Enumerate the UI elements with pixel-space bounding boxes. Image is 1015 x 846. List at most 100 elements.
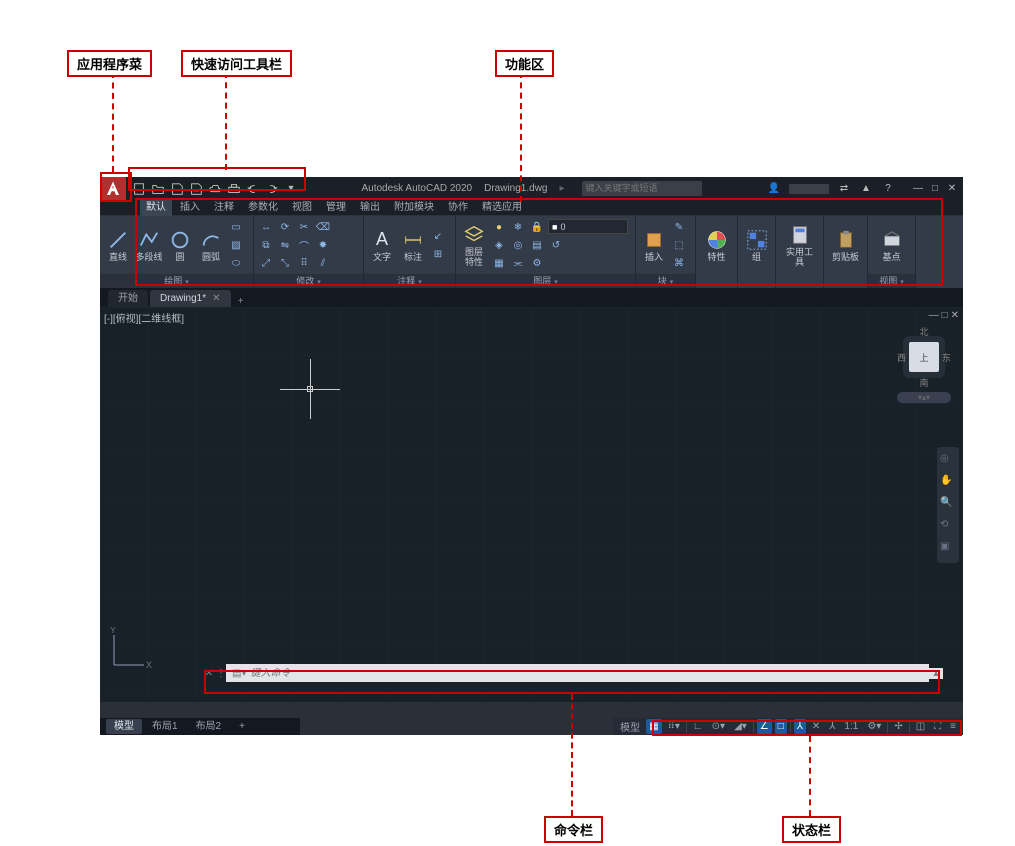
status-isodraft-icon[interactable]: ◢▾ (731, 719, 750, 734)
utilities-button[interactable]: 实用工具 (786, 224, 814, 267)
stretch-icon[interactable]: ⤢ (258, 255, 274, 271)
help-icon[interactable]: ? (881, 182, 895, 196)
panel-title-modify[interactable]: 修改 (254, 274, 363, 288)
panel-title-layers[interactable]: 图层 (456, 274, 635, 288)
cmd-expand-button[interactable]: ▴ (929, 668, 943, 679)
text-button[interactable]: A 文字 (368, 229, 396, 262)
ribbon-tab-parametric[interactable]: 参数化 (242, 200, 284, 216)
scale-icon[interactable]: ⤡ (277, 255, 293, 271)
array-icon[interactable]: ⠿ (296, 255, 312, 271)
saveas-icon[interactable] (189, 182, 203, 196)
layer-walk-icon[interactable]: ▦ (491, 255, 507, 271)
layer-prev-icon[interactable]: ↺ (548, 237, 564, 253)
table-icon[interactable]: ⊞ (430, 246, 446, 262)
vp-min-icon[interactable]: — (929, 310, 939, 321)
layer-merge-icon[interactable]: ⫘ (510, 255, 526, 271)
circle-button[interactable]: 圆 (166, 229, 194, 262)
ribbon-tab-output[interactable]: 输出 (354, 200, 386, 216)
ribbon-tab-manage[interactable]: 管理 (320, 200, 352, 216)
block-create-icon[interactable]: ✎ (671, 219, 687, 235)
block-edit-icon[interactable]: ⬚ (671, 237, 687, 253)
ribbon-tab-view[interactable]: 视图 (286, 200, 318, 216)
layer-iso-icon[interactable]: ◈ (491, 237, 507, 253)
status-lwt-icon[interactable]: ⅄ (794, 719, 806, 734)
status-gear-icon[interactable]: ⚙▾ (864, 719, 884, 734)
file-tab-start[interactable]: 开始 (108, 290, 148, 307)
status-transparency-icon[interactable]: ✕ (809, 719, 823, 734)
viewcube-top[interactable]: 上 (909, 342, 939, 372)
line-button[interactable]: 直线 (104, 229, 132, 262)
nav-zoom-icon[interactable]: 🔍 (940, 497, 956, 513)
rotate-icon[interactable]: ⟳ (277, 219, 293, 235)
erase-icon[interactable]: ⌫ (315, 219, 331, 235)
open-icon[interactable] (151, 182, 165, 196)
status-modelspace[interactable]: 模型 (617, 719, 643, 734)
block-insert-button[interactable]: 插入 (640, 229, 668, 262)
arc-button[interactable]: 圆弧 (197, 229, 225, 262)
dim-button[interactable]: 标注 (399, 229, 427, 262)
status-fullscreen-icon[interactable]: ✢ (891, 719, 905, 734)
vp-max-icon[interactable]: □ (942, 310, 948, 321)
ribbon-tab-addins[interactable]: 附加模块 (388, 200, 440, 216)
signin-icon[interactable]: 👤 (767, 182, 781, 196)
file-tab-new-button[interactable]: + (233, 296, 249, 307)
command-input[interactable] (250, 668, 923, 679)
layer-combo[interactable]: ■0 (548, 219, 628, 234)
close-button[interactable]: ✕ (945, 183, 959, 195)
new-icon[interactable] (132, 182, 146, 196)
viewcube-compass-icon[interactable]: ▾▴▾ (897, 392, 951, 403)
vp-close-icon[interactable]: ✕ (951, 310, 959, 321)
status-snapmode-icon[interactable]: ⠿▾ (665, 719, 683, 734)
copy-icon[interactable]: ⧉ (258, 237, 274, 253)
move-icon[interactable]: ↔ (258, 219, 274, 235)
layer-lock-icon[interactable]: 🔒 (529, 219, 545, 235)
cmd-recent-icon[interactable]: ▤▾ (232, 668, 246, 679)
cloud-icon[interactable] (208, 182, 222, 196)
help-search-input[interactable]: 键入关键字或短语 (582, 181, 702, 196)
fillet-icon[interactable]: ⌒ (296, 237, 312, 253)
status-menu-icon[interactable]: ≡ (947, 719, 959, 734)
layer-off-icon[interactable]: ◎ (510, 237, 526, 253)
viewport-label[interactable]: [-][俯视][二维线框] (104, 310, 184, 325)
nav-pan-icon[interactable]: ✋ (940, 475, 956, 491)
clipboard-button[interactable]: 剪贴板 (832, 229, 860, 262)
hatch-icon[interactable]: ▨ (228, 237, 244, 253)
redo-icon[interactable] (265, 182, 279, 196)
block-attr-icon[interactable]: ⌘ (671, 255, 687, 271)
layer-props-button[interactable]: 图层 特性 (460, 224, 488, 267)
trim-icon[interactable]: ✂ (296, 219, 312, 235)
ribbon-tab-annotate[interactable]: 注释 (208, 200, 240, 216)
undo-icon[interactable] (246, 182, 260, 196)
viewbase-button[interactable]: 基点 (878, 229, 906, 262)
ribbon-tab-insert[interactable]: 插入 (174, 200, 206, 216)
nav-orbit-icon[interactable]: ⟲ (940, 519, 956, 535)
group-button[interactable]: 组 (743, 229, 771, 262)
status-osnap-icon[interactable]: ∠ (757, 719, 772, 734)
offset-icon[interactable]: ⫽ (315, 255, 331, 271)
status-scale-label[interactable]: 1:1 (841, 719, 861, 734)
layer-freeze-icon[interactable]: ❄ (510, 219, 526, 235)
status-ortho-icon[interactable]: ∟ (690, 719, 706, 734)
panel-title-view[interactable]: 视图 (868, 274, 915, 288)
ribbon-tab-collab[interactable]: 协作 (442, 200, 474, 216)
file-tab-close-icon[interactable]: ✕ (212, 293, 220, 304)
exchange-icon[interactable]: ⇄ (837, 182, 851, 196)
polyline-button[interactable]: 多段线 (135, 229, 163, 262)
explode-icon[interactable]: ✸ (315, 237, 331, 253)
ellipse-icon[interactable]: ⬭ (228, 255, 244, 271)
status-grid-icon[interactable]: ▦ (646, 719, 661, 734)
maximize-button[interactable]: □ (928, 183, 942, 195)
save-icon[interactable] (170, 182, 184, 196)
layout-tab-add[interactable]: + (231, 719, 253, 734)
status-cleanscreen-icon[interactable]: ⛶ (931, 719, 944, 734)
mirror-icon[interactable]: ⇋ (277, 237, 293, 253)
ribbon-tab-default[interactable]: 默认 (140, 200, 172, 216)
panel-title-draw[interactable]: 绘图 (100, 274, 253, 288)
plot-icon[interactable] (227, 182, 241, 196)
app-menu-button[interactable] (100, 177, 126, 200)
qat-dropdown-icon[interactable]: ▾ (284, 182, 298, 196)
viewcube[interactable]: 北 西 上 东 南 ▾▴▾ (897, 325, 951, 395)
nav-showmotion-icon[interactable]: ▣ (940, 541, 956, 557)
layer-match-icon[interactable]: ▤ (529, 237, 545, 253)
file-tab-drawing[interactable]: Drawing1*✕ (150, 290, 231, 307)
